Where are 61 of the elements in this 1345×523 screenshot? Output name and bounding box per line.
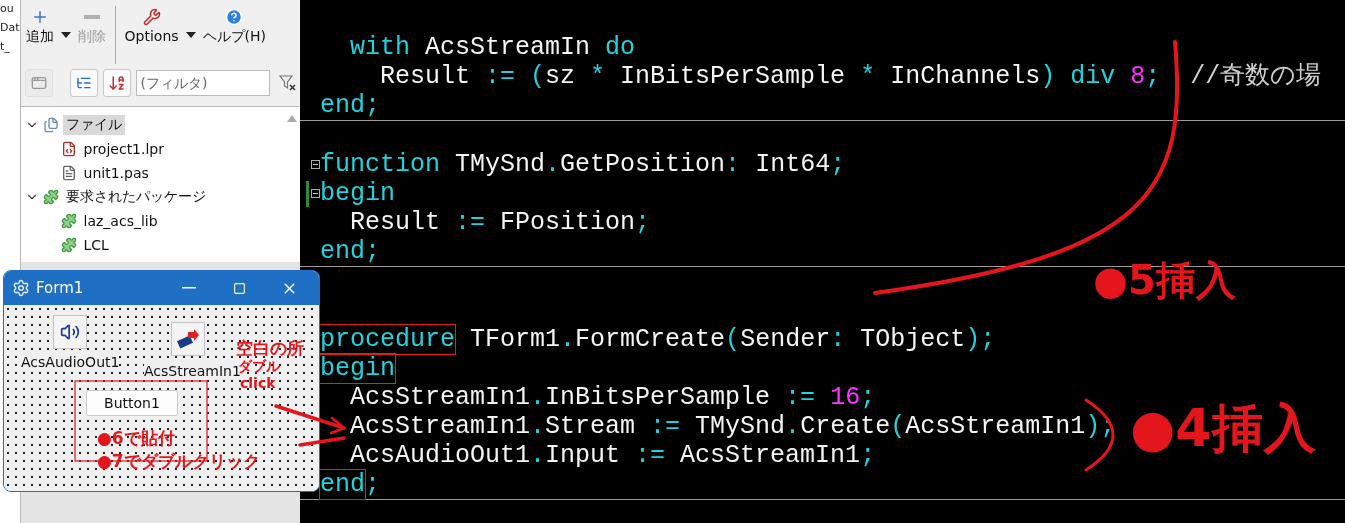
handwritten-note: click <box>240 376 276 390</box>
tree-item[interactable]: 要求されたパッケージ <box>62 187 209 207</box>
code-line: end; <box>320 237 381 266</box>
component-icon[interactable] <box>171 322 205 356</box>
code-line: AcsStreamIn1.InBitsPerSample := 16; <box>349 383 876 412</box>
background-window-text: Dat <box>0 21 20 34</box>
window-title: Form1 <box>36 279 85 297</box>
file-icon <box>60 165 77 181</box>
sort-icon <box>107 74 126 92</box>
help-icon <box>225 8 244 26</box>
clear-filter-icon[interactable] <box>278 75 297 91</box>
puzzle-icon <box>60 237 77 253</box>
tree-item[interactable]: laz_acs_lib <box>80 212 161 230</box>
background-window-text: ou <box>0 2 15 15</box>
puzzle-icon <box>60 213 77 229</box>
speaker-icon <box>60 322 80 342</box>
code-line: with AcsStreamIn do <box>349 33 636 62</box>
caret-icon[interactable] <box>185 32 196 38</box>
code-line: end; <box>320 470 381 499</box>
code-line: begin <box>320 354 395 383</box>
filter-field[interactable]: (フィルタ) <box>135 70 270 96</box>
tree-icon <box>75 75 92 91</box>
code-line: Result := FPosition; <box>349 208 651 237</box>
handwritten-note: ダブル <box>238 359 280 373</box>
code-line: function TMySnd.GetPosition: Int64; <box>320 150 846 179</box>
code-line: end; <box>320 91 381 120</box>
project-file-icon <box>60 141 77 157</box>
handwritten-note: ●6で貼付 <box>97 430 175 447</box>
files-icon <box>42 117 59 133</box>
form-icon <box>12 279 30 297</box>
code-line: procedure TForm1.FormCreate(Sender: TObject); <box>320 325 996 354</box>
window-icon <box>30 75 47 91</box>
toolbar-button[interactable]: Options <box>121 6 182 64</box>
background-window-text: t_ <box>0 40 11 53</box>
tree-item[interactable]: LCL <box>80 236 112 254</box>
caret-icon[interactable] <box>60 32 71 38</box>
component-icon[interactable] <box>53 315 87 349</box>
tools-icon <box>142 8 161 26</box>
code-line: begin <box>320 179 395 208</box>
handwritten-arrow <box>274 404 346 447</box>
handwritten-note: 空白の所 <box>236 340 304 357</box>
code-line: AcsAudioOut1.Input := AcsStreamIn1; <box>349 441 876 470</box>
handwritten-note: ●4挿入 <box>1130 402 1316 454</box>
handwritten-note: ●5挿入 <box>1093 260 1236 300</box>
tree-item[interactable]: unit1.pas <box>80 164 152 182</box>
form-button[interactable]: Button1 <box>86 390 178 416</box>
toolbar-button[interactable]: ヘルプ(H) <box>199 6 269 64</box>
minus-icon <box>83 15 100 19</box>
component-label: AcsAudioOut1 <box>21 354 120 370</box>
toolbar-button[interactable] <box>102 69 131 97</box>
puzzle-icon <box>42 189 59 205</box>
fold-icon[interactable] <box>311 189 320 198</box>
toolbar-button[interactable]: 追加 <box>22 6 57 64</box>
chip-arrow-icon <box>176 328 200 350</box>
tree-item[interactable]: project1.lpr <box>80 140 167 158</box>
fold-icon[interactable] <box>311 160 320 169</box>
tree-item[interactable]: ファイル <box>62 115 125 135</box>
maximize-icon <box>232 281 246 295</box>
minimize-icon <box>182 287 196 289</box>
code-line: Result := (sz * InBitsPerSample * InChannels) div 8; //奇数の場 <box>379 62 1322 91</box>
toolbar-button[interactable] <box>69 69 98 97</box>
